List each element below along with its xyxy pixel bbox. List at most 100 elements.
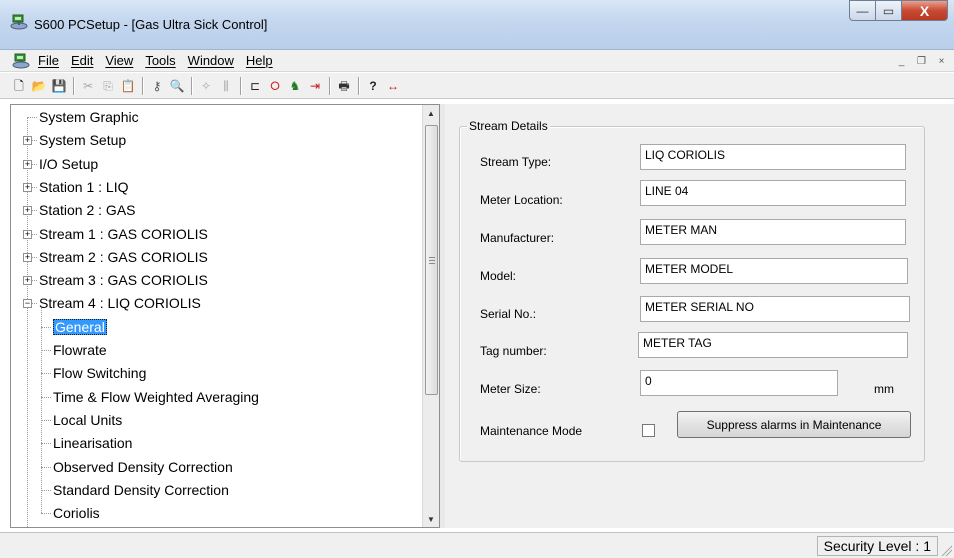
- tree-connector: [41, 308, 42, 514]
- document-menu-icon[interactable]: [12, 52, 30, 70]
- manufacturer-field[interactable]: METER MAN: [640, 219, 906, 245]
- tree-item-i-o-setup[interactable]: I/O Setup: [39, 153, 98, 175]
- tree-item-stream-1-gas-coriolis[interactable]: Stream 1 : GAS CORIOLIS: [39, 223, 208, 245]
- tree-item-flow-switching[interactable]: Flow Switching: [53, 362, 146, 384]
- tree-scrollbar[interactable]: ▲ ▼: [422, 105, 439, 527]
- minimize-button[interactable]: —: [849, 0, 876, 21]
- tree-item-stream-3-gas-coriolis[interactable]: Stream 3 : GAS CORIOLIS: [39, 269, 208, 291]
- suppress-alarms-button[interactable]: Suppress alarms in Maintenance: [677, 411, 911, 438]
- stream-type-label: Stream Type:: [480, 155, 552, 169]
- menu-item-tools[interactable]: Tools: [145, 53, 175, 68]
- send-icon[interactable]: ⇥: [306, 77, 324, 95]
- tree-connector: [41, 466, 51, 468]
- tree-item-station-2-gas[interactable]: Station 2 : GAS: [39, 199, 136, 221]
- copy-icon[interactable]: ⎘: [99, 77, 117, 95]
- tree-item-label: Coriolis: [53, 505, 100, 522]
- menu-item-edit[interactable]: Edit: [71, 53, 93, 68]
- stream-type-field[interactable]: LIQ CORIOLIS: [640, 144, 906, 170]
- grip-line: [429, 263, 435, 264]
- serial-number-label: Serial No.:: [480, 307, 537, 321]
- print-icon[interactable]: 🖶: [335, 77, 353, 95]
- meter-location-field[interactable]: LINE 04: [640, 180, 906, 206]
- expand-icon[interactable]: +: [23, 182, 32, 192]
- transfer-icon[interactable]: ♞: [286, 77, 304, 95]
- close-button[interactable]: X: [902, 0, 948, 21]
- menu-item-window[interactable]: Window: [188, 53, 234, 68]
- tree-item-label: Stream 3 : GAS CORIOLIS: [39, 272, 208, 289]
- resize-grip-icon[interactable]: [940, 544, 952, 556]
- tree-connector: [41, 419, 51, 421]
- menu-item-file[interactable]: File: [38, 53, 59, 68]
- scroll-up-arrow[interactable]: ▲: [423, 105, 439, 122]
- save-icon[interactable]: 💾: [50, 77, 68, 95]
- expand-icon[interactable]: +: [23, 252, 32, 262]
- mdi-minimize-button[interactable]: _: [893, 53, 910, 69]
- network-computer-icon[interactable]: [10, 13, 28, 31]
- tree-item-linearisation[interactable]: Linearisation: [53, 432, 132, 454]
- stream-details-group: Stream Details Stream Type: LIQ CORIOLIS…: [459, 119, 925, 462]
- find-icon[interactable]: 🔍: [168, 77, 186, 95]
- expand-icon[interactable]: +: [23, 276, 32, 286]
- grip-line: [429, 260, 435, 261]
- expand-icon[interactable]: +: [23, 136, 32, 146]
- menu-item-help[interactable]: Help: [246, 53, 273, 68]
- details-panel: Stream Details Stream Type: LIQ CORIOLIS…: [445, 104, 954, 528]
- tree-item-station-1-liq[interactable]: Station 1 : LIQ: [39, 176, 129, 198]
- grip-line: [429, 257, 435, 258]
- expand-icon[interactable]: +: [23, 159, 32, 169]
- tree-item-local-units[interactable]: Local Units: [53, 409, 122, 431]
- mdi-close-button[interactable]: ×: [933, 53, 950, 69]
- cut-icon[interactable]: ✂: [79, 77, 97, 95]
- maintenance-mode-label: Maintenance Mode: [480, 424, 583, 438]
- tree-connector: [27, 117, 28, 527]
- tree-item-system-graphic[interactable]: System Graphic: [39, 106, 139, 128]
- open-icon[interactable]: 📂: [30, 77, 48, 95]
- tree-item-label: Linearisation: [53, 435, 133, 452]
- model-field[interactable]: METER MODEL: [640, 258, 908, 284]
- manufacturer-label: Manufacturer:: [480, 231, 555, 245]
- scroll-thumb[interactable]: [425, 125, 438, 395]
- serial-number-field[interactable]: METER SERIAL NO: [640, 296, 910, 322]
- toolbar-separator: [329, 77, 330, 95]
- maintenance-mode-checkbox[interactable]: [642, 424, 655, 437]
- navigation-tree: System Graphic + System Setup + I/O Setup + St…: [11, 105, 424, 527]
- expand-icon[interactable]: +: [23, 206, 32, 216]
- context-help-icon[interactable]: ↔: [384, 77, 402, 95]
- group-title: Stream Details: [467, 119, 550, 133]
- tree-item-general[interactable]: General: [53, 316, 107, 338]
- status-bar: Security Level : 1: [0, 532, 954, 558]
- tag-number-label: Tag number:: [480, 344, 547, 358]
- maximize-button[interactable]: ▭: [876, 0, 902, 21]
- expand-icon[interactable]: +: [23, 229, 32, 239]
- window-title: S600 PCSetup - [Gas Ultra Sick Control]: [34, 17, 268, 32]
- tree-item-label: I/O Setup: [39, 155, 99, 172]
- tree-item-stream-4-liq-coriolis[interactable]: Stream 4 : LIQ CORIOLIS: [39, 292, 201, 314]
- scroll-down-arrow[interactable]: ▼: [423, 511, 439, 527]
- tree-item-time-flow-weighted-averaging[interactable]: Time & Flow Weighted Averaging: [53, 386, 259, 408]
- new-icon[interactable]: 🗋: [10, 77, 28, 95]
- paste-icon[interactable]: 📋: [119, 77, 137, 95]
- help-icon[interactable]: ?: [364, 77, 382, 95]
- tag-number-field[interactable]: METER TAG: [638, 332, 908, 358]
- title-bar: S600 PCSetup - [Gas Ultra Sick Control] …: [0, 0, 954, 50]
- tree-item-system-setup[interactable]: System Setup: [39, 129, 126, 151]
- tree-item-coriolis[interactable]: Coriolis: [53, 502, 100, 524]
- tree-item-standard-density-correction[interactable]: Standard Density Correction: [53, 479, 229, 501]
- collapse-icon[interactable]: −: [23, 299, 32, 309]
- mdi-restore-button[interactable]: ❐: [913, 53, 930, 69]
- stop-icon[interactable]: ⭘: [266, 77, 284, 95]
- tree-item-observed-density-correction[interactable]: Observed Density Correction: [53, 456, 233, 478]
- tree-item-stream-2-gas-coriolis[interactable]: Stream 2 : GAS CORIOLIS: [39, 246, 208, 268]
- toolbar-buttons: 🗋 📂 💾 ✂ ⎘ 📋 ⚷ 🔍 ✧ ⫼ ⊏ ⭘ ♞ ⇥ 🖶? ↔: [10, 76, 402, 96]
- key-icon[interactable]: ⚷: [148, 77, 166, 95]
- menu-item-view[interactable]: View: [105, 53, 133, 68]
- connect-icon[interactable]: ⊏: [246, 77, 264, 95]
- tree-connector: [41, 373, 51, 375]
- tree-item-label: System Setup: [39, 132, 127, 149]
- tune-icon[interactable]: ⫼: [217, 77, 235, 95]
- tree-item-flowrate[interactable]: Flowrate: [53, 339, 107, 361]
- wizard-icon[interactable]: ✧: [197, 77, 215, 95]
- tree-connector: [27, 117, 37, 118]
- maximize-icon: ▭: [882, 3, 895, 18]
- meter-size-field[interactable]: 0: [640, 370, 838, 396]
